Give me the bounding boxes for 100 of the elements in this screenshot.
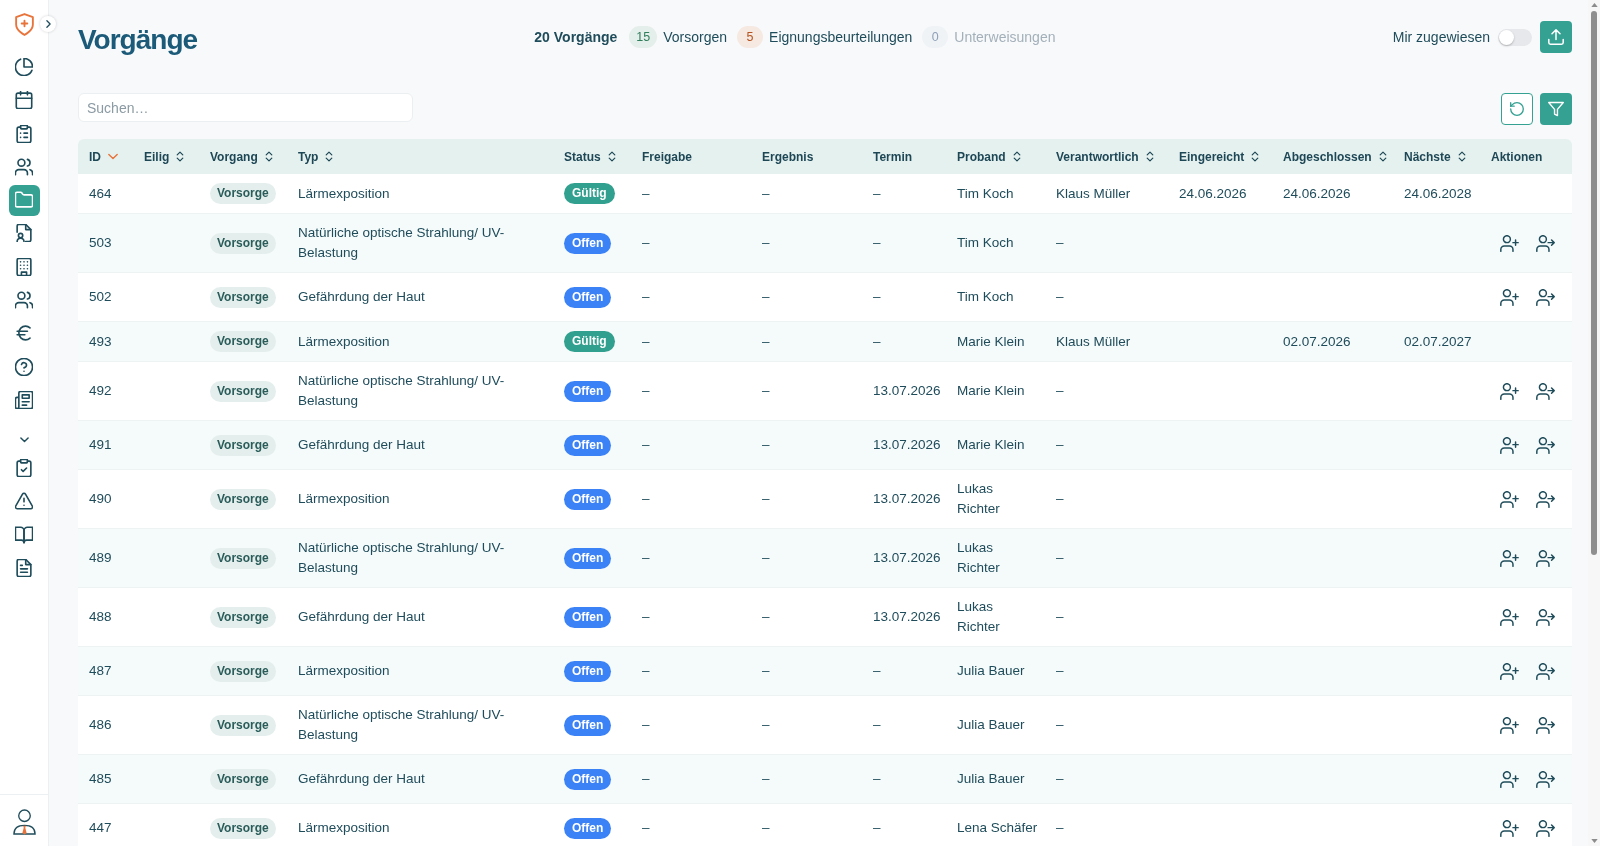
table-cell: Lärmexposition (287, 470, 553, 529)
column-header[interactable]: Typ (287, 139, 553, 174)
table-cell: – (631, 273, 751, 322)
filter-icon (1548, 101, 1564, 117)
avatar-icon[interactable] (11, 808, 37, 835)
chevron-down-icon (19, 437, 29, 443)
table-cell: 490 (78, 470, 133, 529)
refresh-button[interactable] (1501, 93, 1533, 125)
table-cell: 13.07.2026 (862, 362, 946, 421)
process-tag: Vorsorge (210, 660, 276, 682)
table-cell: Tim Koch (946, 174, 1045, 214)
user-arrow-icon (1536, 234, 1555, 252)
column-header[interactable]: Nächste (1393, 139, 1480, 174)
column-header[interactable]: Proband (946, 139, 1045, 174)
count-badge: 5 (737, 26, 764, 48)
count-badge: 15 (629, 26, 658, 48)
column-header[interactable]: Eilig (133, 139, 199, 174)
status-badge: Offen (564, 606, 612, 628)
table-cell: – (751, 362, 862, 421)
user-arrow-icon (1536, 819, 1555, 837)
page-title: Vorgänge (78, 24, 198, 56)
newspaper-icon (15, 390, 33, 409)
table-cell: – (751, 588, 862, 647)
process-tag: Vorsorge (210, 183, 276, 204)
count-label: Unterweisungen (954, 29, 1056, 45)
scroll-up-icon[interactable] (1590, 3, 1598, 7)
user-plus-icon (1500, 490, 1519, 508)
chevron-right-icon (45, 20, 51, 28)
column-header[interactable]: Abgeschlossen (1272, 139, 1393, 174)
pie-chart-icon (15, 58, 33, 76)
document-person-icon (15, 224, 33, 243)
count-label: Vorsorgen (663, 29, 728, 45)
refresh-icon (1510, 102, 1524, 116)
column-header[interactable]: Status (553, 139, 631, 174)
folder-icon (15, 191, 33, 210)
column-header: Freigabe (631, 139, 751, 174)
table-cell: – (631, 362, 751, 421)
table-cell: 24.06.2028 (1393, 174, 1480, 214)
table-cell: Lukas Richter (946, 588, 1045, 647)
status-badge: Offen (564, 232, 612, 254)
filter-button[interactable] (1540, 93, 1572, 125)
book-icon (15, 525, 33, 544)
status-badge: Offen (564, 817, 612, 839)
table-cell: – (631, 470, 751, 529)
column-header[interactable]: ID (78, 139, 133, 174)
process-tag: Vorsorge (210, 232, 276, 254)
total-count: 20 Vorgänge (534, 29, 618, 45)
user-arrow-icon (1536, 549, 1555, 567)
column-header[interactable]: Verantwortlich (1045, 139, 1168, 174)
process-tag: Vorsorge (210, 714, 276, 736)
expand-sidebar-button[interactable] (40, 16, 56, 32)
table-cell: Lärmexposition (287, 804, 553, 846)
table-cell: – (751, 470, 862, 529)
euro-icon (15, 324, 33, 343)
table-cell: Lena Schäfer (946, 804, 1045, 846)
process-tag: Vorsorge (210, 768, 276, 790)
user-arrow-icon (1536, 382, 1555, 400)
user-plus-icon (1500, 716, 1519, 734)
shield-plus-icon (14, 13, 34, 36)
column-header[interactable]: Eingereicht (1168, 139, 1272, 174)
search-field[interactable]: Suchen… (78, 93, 413, 122)
table-cell: 488 (78, 588, 133, 647)
process-tag: Vorsorge (210, 380, 276, 402)
building-icon (15, 257, 33, 276)
table-cell: – (751, 273, 862, 322)
export-button[interactable] (1540, 21, 1572, 53)
scroll-down-icon[interactable] (1590, 839, 1598, 843)
process-tag: Vorsorge (210, 434, 276, 456)
user-arrow-icon (1536, 288, 1555, 306)
user-arrow-icon (1536, 662, 1555, 680)
process-tag: Vorsorge (210, 817, 276, 839)
calendar-icon (15, 91, 33, 110)
scrollbar-thumb[interactable] (1591, 11, 1597, 555)
user-plus-icon (1500, 288, 1519, 306)
table-cell: Lukas Richter (946, 470, 1045, 529)
user-plus-icon (1500, 234, 1519, 252)
process-tag: Vorsorge (210, 331, 276, 352)
user-plus-icon (1500, 382, 1519, 400)
process-tag: Vorsorge (210, 286, 276, 308)
users-icon (15, 291, 33, 310)
status-badge: Gültig (564, 183, 615, 204)
table-cell: 492 (78, 362, 133, 421)
table-cell: – (631, 804, 751, 846)
toggle-switch[interactable] (1498, 28, 1532, 46)
table-cell: – (862, 174, 946, 214)
upload-icon (1548, 29, 1564, 45)
table-cell: – (631, 588, 751, 647)
table-cell: – (1045, 273, 1168, 322)
scrollbar[interactable] (1588, 0, 1600, 846)
table-cell: – (862, 273, 946, 322)
user-plus-icon (1500, 819, 1519, 837)
table-cell: – (1045, 588, 1168, 647)
count-badge: 0 (922, 26, 949, 48)
clipboard-check-icon (15, 458, 33, 477)
process-tag: Vorsorge (210, 547, 276, 569)
user-plus-icon (1500, 549, 1519, 567)
column-header[interactable]: Vorgang (199, 139, 287, 174)
status-badge: Offen (564, 434, 612, 456)
table-cell: – (751, 174, 862, 214)
user-arrow-icon (1536, 490, 1555, 508)
